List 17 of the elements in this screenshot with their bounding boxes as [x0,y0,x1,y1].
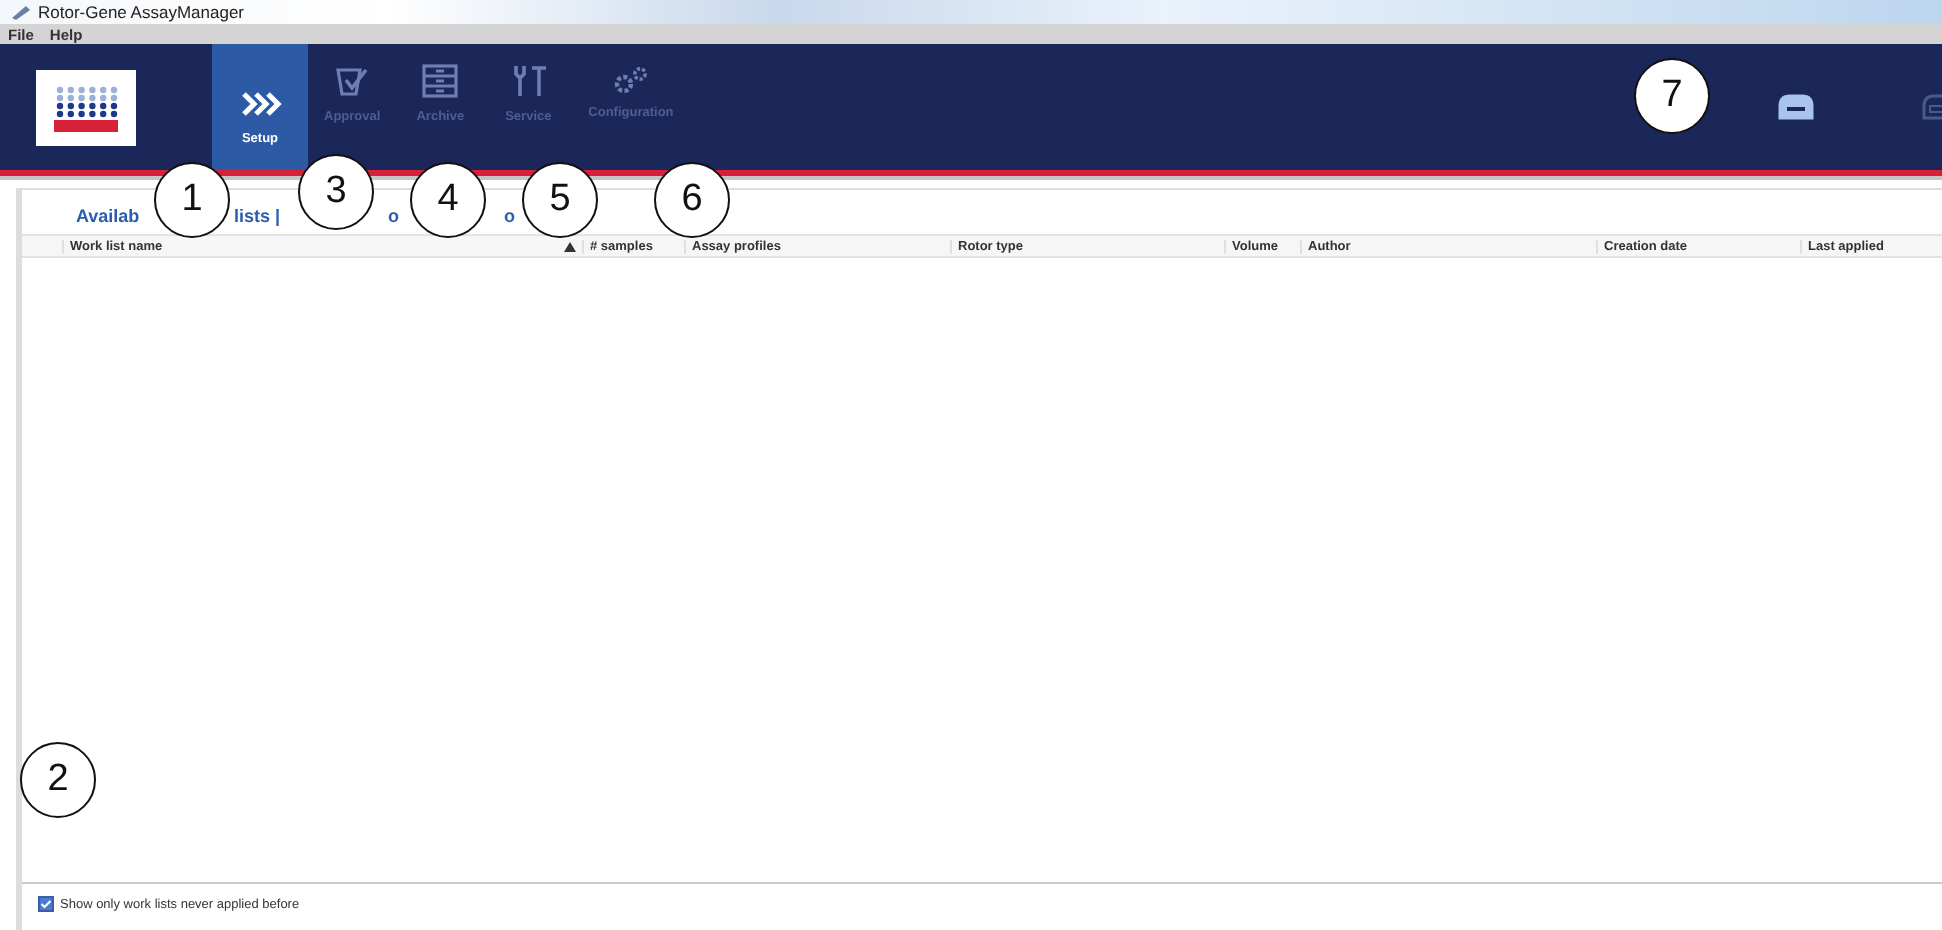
chevrons-icon [239,88,281,120]
sort-arrow-icon [564,241,576,251]
callout-marker: 2 [20,742,96,818]
logo-icon [54,85,118,131]
cabinet-icon [422,64,459,98]
instrument-icon[interactable] [1774,91,1818,123]
tools-icon [509,64,548,98]
window-title: Rotor-Gene AssayManager [38,2,244,22]
tab-label[interactable]: o [388,206,399,226]
gears-icon [611,64,650,94]
tab-label[interactable]: lists | [234,206,281,226]
tab-label[interactable]: o [504,206,515,226]
callout-marker: 3 [298,154,374,230]
checkbox-icon [334,64,371,98]
check-icon [40,898,52,910]
checkbox[interactable] [38,896,54,912]
tab-label[interactable]: Availab [76,206,140,226]
